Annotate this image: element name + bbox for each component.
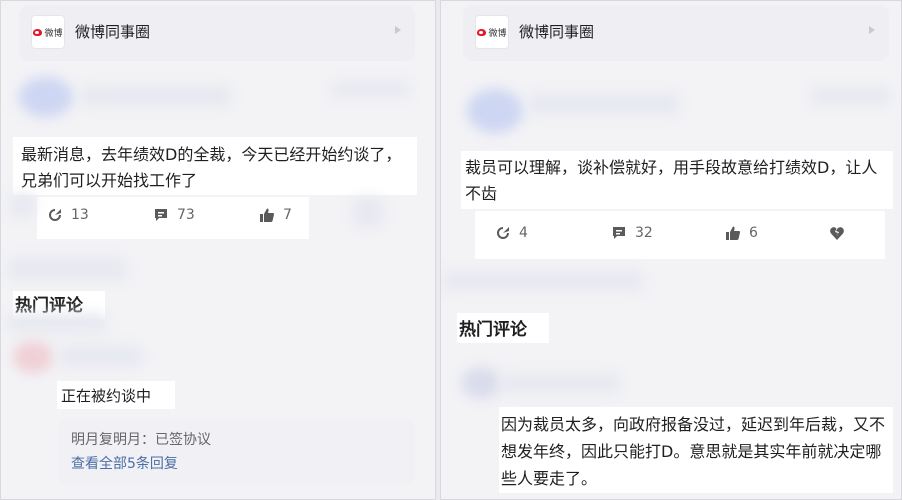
blurred-username	[81, 85, 231, 107]
blurred-meta	[811, 87, 891, 105]
like-count: 6	[749, 225, 758, 241]
repost-icon	[497, 227, 509, 239]
repost-action[interactable]: 13	[47, 207, 153, 223]
right-screenshot-panel: 微博 微博同事圈 裁员可以理解，谈补偿就好，用手段故意给打绩效D，让人不齿 4 …	[440, 0, 902, 500]
blurred-comment-user	[59, 345, 143, 367]
blurred-avatar	[467, 89, 523, 133]
logo-text: 微博	[488, 28, 507, 39]
sub-reply: 明月复明月：已签协议	[71, 432, 211, 448]
comment-count: 32	[635, 225, 653, 241]
action-bar: 4 32 6	[495, 225, 853, 241]
hot-comments-label: 热门评论	[459, 320, 527, 340]
comment-count: 73	[177, 207, 195, 223]
comment-snippet: 正在被约谈中	[61, 387, 152, 405]
repost-count: 4	[519, 225, 528, 241]
repost-icon	[49, 209, 61, 221]
weibo-logo: 微博	[475, 15, 509, 49]
blurred-comment-avatar	[461, 367, 501, 399]
post-text: 裁员可以理解，谈补偿就好，用手段故意给打绩效D，让人不齿	[465, 158, 878, 203]
repost-count: 13	[71, 207, 89, 223]
like-count: 7	[283, 207, 292, 223]
post-text: 最新消息，去年绩效D的全裁，今天已经开始约谈了，兄弟们可以开始找工作了	[21, 145, 402, 190]
dislike-action[interactable]	[829, 225, 853, 241]
topic-name: 微博同事圈	[519, 23, 595, 41]
blurred-avatar	[19, 77, 73, 117]
comment-action[interactable]: 32	[611, 225, 725, 241]
blurred-meta	[331, 81, 411, 97]
weibo-eye-icon	[33, 28, 43, 36]
topic-name: 微博同事圈	[75, 23, 151, 41]
like-action[interactable]: 6	[725, 225, 829, 241]
weibo-logo: 微博	[31, 15, 65, 49]
comment-icon	[155, 209, 167, 221]
comment-text: 因为裁员太多，向政府报备没过，延迟到年后裁，又不想发年终，因此只能打D。意思就是…	[501, 415, 886, 488]
repost-action[interactable]: 4	[495, 225, 611, 241]
blurred-comment-user	[501, 373, 621, 393]
comment-icon	[613, 227, 625, 239]
like-action[interactable]: 7	[259, 207, 292, 223]
like-icon	[726, 226, 740, 240]
topic-card[interactable]: 微博 微博同事圈	[19, 5, 415, 61]
logo-text: 微博	[44, 28, 63, 39]
blurred-action	[353, 197, 383, 227]
chevron-right-icon[interactable]	[869, 26, 875, 34]
chevron-right-icon[interactable]	[395, 26, 401, 34]
broken-heart-icon	[830, 227, 844, 240]
blurred-username	[529, 93, 679, 115]
comment-action[interactable]: 73	[153, 207, 259, 223]
weibo-eye-icon	[477, 28, 487, 36]
blurred-comment-avatar	[13, 341, 53, 373]
like-icon	[260, 208, 274, 222]
view-all-replies-link[interactable]: 查看全部5条回复	[71, 453, 178, 473]
topic-card[interactable]: 微博 微博同事圈	[463, 5, 889, 61]
sub-replies-box: 明月复明月：已签协议 查看全部5条回复	[59, 419, 415, 485]
action-bar: 13 73 7	[47, 207, 292, 223]
left-screenshot-panel: 微博 微博同事圈 最新消息，去年绩效D的全裁，今天已经开始约谈了，兄弟们可以开始…	[0, 0, 436, 500]
